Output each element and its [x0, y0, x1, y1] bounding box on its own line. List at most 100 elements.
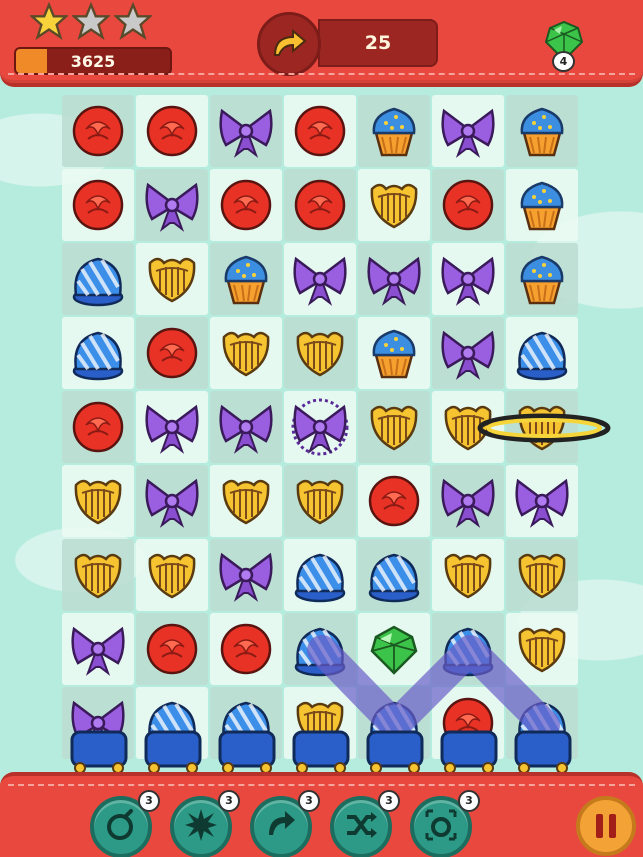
harp-piece-icon[interactable] [290, 471, 350, 531]
bow-piece-icon[interactable] [438, 323, 498, 383]
board-cell[interactable] [358, 243, 430, 315]
board-cell[interactable] [506, 169, 578, 241]
rose-piece-icon[interactable] [68, 175, 128, 235]
board-cell[interactable] [136, 317, 208, 389]
hat-piece-icon[interactable] [438, 619, 498, 679]
cupcake-piece-icon[interactable] [364, 323, 424, 383]
board-cell[interactable] [62, 95, 134, 167]
board-cell[interactable] [358, 613, 430, 685]
rose-piece-icon[interactable] [290, 101, 350, 161]
board-cell[interactable] [210, 243, 282, 315]
board-cell[interactable] [506, 465, 578, 537]
board-cell[interactable] [358, 317, 430, 389]
board-cell[interactable] [62, 539, 134, 611]
rose-piece-icon[interactable] [290, 175, 350, 235]
board-cell[interactable] [210, 95, 282, 167]
harp-piece-icon[interactable] [216, 323, 276, 383]
rose-piece-icon[interactable] [68, 101, 128, 161]
harp-piece-icon[interactable] [438, 397, 498, 457]
board-cell[interactable] [358, 95, 430, 167]
bow-piece-icon[interactable] [290, 249, 350, 309]
hat-piece-icon[interactable] [364, 545, 424, 605]
harp-piece-icon[interactable] [512, 545, 572, 605]
rose-piece-icon[interactable] [142, 101, 202, 161]
harp-piece-icon[interactable] [216, 471, 276, 531]
hat-piece-icon[interactable] [290, 619, 350, 679]
board-cell[interactable] [358, 465, 430, 537]
board-cell[interactable] [210, 169, 282, 241]
board-cell[interactable] [432, 317, 504, 389]
bomb-booster-button[interactable]: 3 [90, 790, 160, 857]
cupcake-piece-icon[interactable] [364, 101, 424, 161]
bow-piece-icon[interactable] [68, 619, 128, 679]
board-cell[interactable] [358, 539, 430, 611]
harp-piece-icon[interactable] [142, 249, 202, 309]
rose-piece-icon[interactable] [364, 471, 424, 531]
harp-piece-icon[interactable] [438, 545, 498, 605]
bow-piece-icon[interactable] [216, 101, 276, 161]
board-cell[interactable] [284, 95, 356, 167]
bow-piece-icon[interactable] [142, 397, 202, 457]
board-cell[interactable] [506, 391, 578, 463]
bow-piece-icon[interactable] [216, 397, 276, 457]
bow-piece-icon[interactable] [512, 471, 572, 531]
board-cell[interactable] [210, 539, 282, 611]
rose-piece-icon[interactable] [142, 323, 202, 383]
board-cell[interactable] [506, 317, 578, 389]
cupcake-piece-icon[interactable] [512, 175, 572, 235]
bow-piece-icon[interactable] [142, 471, 202, 531]
board-cell[interactable] [62, 613, 134, 685]
board-cell[interactable] [136, 465, 208, 537]
bow-piece-icon[interactable] [216, 545, 276, 605]
gem-piece-icon[interactable] [364, 619, 424, 679]
board-cell[interactable] [210, 317, 282, 389]
board-cell[interactable] [210, 465, 282, 537]
board-cell[interactable] [284, 613, 356, 685]
board-cell[interactable] [284, 391, 356, 463]
board-cell[interactable] [506, 613, 578, 685]
board-cell[interactable] [358, 169, 430, 241]
board-cell[interactable] [358, 391, 430, 463]
cupcake-piece-icon[interactable] [512, 249, 572, 309]
board-cell[interactable] [506, 243, 578, 315]
board-cell[interactable] [136, 169, 208, 241]
board-cell[interactable] [62, 243, 134, 315]
board-cell[interactable] [136, 391, 208, 463]
cupcake-piece-icon[interactable] [512, 101, 572, 161]
bow-piece-icon[interactable] [438, 471, 498, 531]
board-cell[interactable] [432, 465, 504, 537]
hat-piece-icon[interactable] [68, 249, 128, 309]
game-board[interactable] [62, 95, 580, 760]
harp-piece-icon[interactable] [68, 471, 128, 531]
board-cell[interactable] [62, 169, 134, 241]
harp-piece-icon[interactable] [364, 397, 424, 457]
board-cell[interactable] [284, 169, 356, 241]
board-cell[interactable] [432, 613, 504, 685]
rose-piece-icon[interactable] [68, 397, 128, 457]
board-cell[interactable] [62, 317, 134, 389]
board-cell[interactable] [284, 243, 356, 315]
bow-piece-icon[interactable] [438, 249, 498, 309]
board-cell[interactable] [136, 613, 208, 685]
extra-move-booster-button[interactable]: 3 [250, 790, 320, 857]
board-cell[interactable] [62, 391, 134, 463]
shuffle-booster-button[interactable]: 3 [330, 790, 400, 857]
board-cell[interactable] [136, 243, 208, 315]
hat-piece-icon[interactable] [68, 323, 128, 383]
rose-piece-icon[interactable] [216, 175, 276, 235]
board-cell[interactable] [136, 539, 208, 611]
board-cell[interactable] [284, 539, 356, 611]
pause-button[interactable] [576, 796, 636, 856]
cupcake-piece-icon[interactable] [216, 249, 276, 309]
bow-piece-icon[interactable] [438, 101, 498, 161]
board-cell[interactable] [432, 391, 504, 463]
rose-piece-icon[interactable] [438, 175, 498, 235]
star-booster-button[interactable]: 3 [170, 790, 240, 857]
board-cell[interactable] [432, 95, 504, 167]
harp-piece-icon[interactable] [142, 545, 202, 605]
board-cell[interactable] [136, 95, 208, 167]
rose-piece-icon[interactable] [142, 619, 202, 679]
board-cell[interactable] [210, 613, 282, 685]
harp-special-piece-icon[interactable] [512, 397, 572, 457]
board-cell[interactable] [432, 169, 504, 241]
